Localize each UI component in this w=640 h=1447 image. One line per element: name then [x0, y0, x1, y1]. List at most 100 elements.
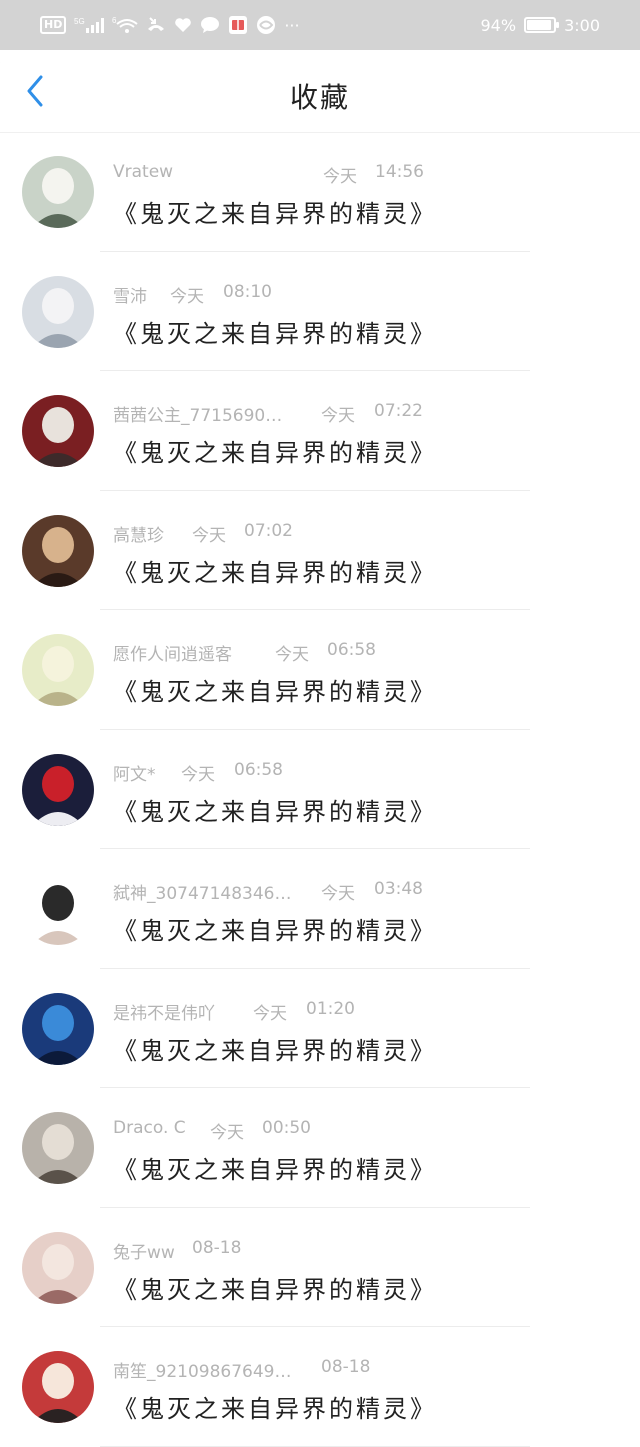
avatar-image: [22, 514, 94, 587]
story-title[interactable]: 《鬼灭之来自异界的精灵》: [113, 1150, 437, 1185]
avatar[interactable]: [22, 753, 94, 826]
heart-icon: [174, 17, 192, 33]
avatar-image: [22, 873, 94, 945]
user-name[interactable]: 兔子ww: [113, 1238, 175, 1263]
avatar-image: [22, 395, 94, 467]
clock: 3:00: [564, 15, 600, 35]
network-type-label: 5G: [74, 17, 85, 26]
list-item[interactable]: 兔子ww 08-18 《鬼灭之来自异界的精灵》: [0, 1208, 640, 1327]
item-meta: 茜茜公主_7715690… 今天 07:22: [113, 401, 620, 426]
time-label: 07:02: [244, 520, 293, 541]
avatar[interactable]: [22, 992, 94, 1065]
date-label: 今天: [321, 884, 355, 904]
avatar[interactable]: [22, 634, 94, 706]
avatar-image: [22, 992, 94, 1065]
user-name[interactable]: Vratew: [113, 162, 173, 182]
wifi-superscript: 6: [112, 16, 117, 25]
story-title[interactable]: 《鬼灭之来自异界的精灵》: [113, 433, 437, 468]
more-notifications-icon: ···: [284, 15, 300, 35]
avatar-image: [22, 1231, 94, 1304]
avatar-image: [22, 753, 94, 826]
list-item[interactable]: 弑神_30747148346… 今天 03:48 《鬼灭之来自异界的精灵》: [0, 849, 640, 969]
time-label: 08-18: [321, 1357, 371, 1377]
avatar-image: [22, 1351, 94, 1423]
list-item[interactable]: Vratew 今天 14:56 《鬼灭之来自异界的精灵》: [0, 132, 640, 252]
story-title[interactable]: 《鬼灭之来自异界的精灵》: [113, 314, 437, 349]
date-label: 今天: [253, 1003, 287, 1024]
story-title[interactable]: 《鬼灭之来自异界的精灵》: [113, 792, 437, 827]
avatar[interactable]: [22, 1351, 94, 1423]
story-title[interactable]: 《鬼灭之来自异界的精灵》: [113, 1389, 437, 1424]
item-meta: 雪沛 今天 08:10: [113, 281, 620, 307]
battery-icon: [524, 17, 560, 33]
user-name[interactable]: 是祎不是伟吖: [113, 999, 215, 1024]
list-item[interactable]: 南笙_92109867649… 08-18 《鬼灭之来自异界的精灵》: [0, 1327, 640, 1447]
user-name[interactable]: 阿文*: [113, 760, 156, 785]
list-item[interactable]: 愿作人间逍遥客 今天 06:58 《鬼灭之来自异界的精灵》: [0, 610, 640, 730]
time-label: 14:56: [375, 162, 424, 182]
story-title[interactable]: 《鬼灭之来自异界的精灵》: [113, 911, 437, 946]
user-name[interactable]: 雪沛: [113, 282, 147, 307]
item-meta: Vratew 今天 14:56: [113, 162, 620, 187]
item-meta: 南笙_92109867649… 08-18: [113, 1357, 620, 1382]
time-label: 07:22: [374, 401, 423, 421]
avatar-image: [22, 156, 94, 228]
story-title[interactable]: 《鬼灭之来自异界的精灵》: [113, 1031, 437, 1066]
status-bar-left: HD 5G 6 ···: [40, 15, 300, 35]
avatar[interactable]: [22, 1231, 94, 1304]
missed-call-icon: [146, 16, 166, 34]
date-label: 今天: [192, 525, 226, 546]
date-label: 今天: [275, 645, 309, 665]
battery-fill: [527, 20, 552, 30]
navigation-bar: 收藏: [0, 50, 640, 132]
story-title[interactable]: 《鬼灭之来自异界的精灵》: [113, 1270, 437, 1305]
item-meta: 高慧珍 今天 07:02: [113, 520, 620, 546]
item-meta: 阿文* 今天 06:58: [113, 760, 620, 785]
list-item[interactable]: 茜茜公主_7715690… 今天 07:22 《鬼灭之来自异界的精灵》: [0, 371, 640, 491]
date-label: 今天: [323, 167, 357, 187]
list-item[interactable]: 雪沛 今天 08:10 《鬼灭之来自异界的精灵》: [0, 252, 640, 371]
story-title[interactable]: 《鬼灭之来自异界的精灵》: [113, 553, 437, 588]
story-title[interactable]: 《鬼灭之来自异界的精灵》: [113, 672, 437, 707]
user-name[interactable]: 茜茜公主_7715690…: [113, 401, 282, 426]
item-meta: Draco. C 今天 00:50: [113, 1118, 620, 1143]
hd-badge: HD: [40, 16, 67, 34]
user-name[interactable]: 南笙_92109867649…: [113, 1357, 291, 1382]
wifi-icon: 6: [112, 16, 138, 34]
item-meta: 是祎不是伟吖 今天 01:20: [113, 998, 620, 1024]
story-title[interactable]: 《鬼灭之来自异界的精灵》: [113, 194, 437, 229]
user-name[interactable]: 高慧珍: [113, 521, 164, 546]
page-title: 收藏: [289, 81, 350, 114]
list-item[interactable]: 阿文* 今天 06:58 《鬼灭之来自异界的精灵》: [0, 730, 640, 849]
battery-percent: 94%: [480, 15, 517, 35]
status-bar: HD 5G 6 ··· 94% 3:00: [0, 0, 640, 50]
item-meta: 兔子ww 08-18: [113, 1238, 620, 1263]
avatar-image: [22, 275, 94, 348]
avatar[interactable]: [22, 1112, 94, 1184]
avatar[interactable]: [22, 873, 94, 945]
date-label: 今天: [181, 764, 215, 785]
cellular-signal-icon: 5G: [74, 16, 105, 34]
divider: [100, 1445, 530, 1447]
message-bubble-icon: [200, 16, 220, 34]
avatar[interactable]: [22, 156, 94, 228]
user-name[interactable]: Draco. C: [113, 1118, 186, 1138]
list-item[interactable]: 是祎不是伟吖 今天 01:20 《鬼灭之来自异界的精灵》: [0, 969, 640, 1088]
user-name[interactable]: 愿作人间逍遥客: [113, 640, 232, 665]
time-label: 01:20: [306, 998, 355, 1019]
avatar[interactable]: [22, 514, 94, 587]
list-item[interactable]: Draco. C 今天 00:50 《鬼灭之来自异界的精灵》: [0, 1088, 640, 1208]
date-label: 今天: [321, 406, 355, 426]
time-label: 08:10: [223, 281, 272, 302]
avatar[interactable]: [22, 275, 94, 348]
date-label: 今天: [210, 1123, 244, 1143]
time-label: 00:50: [262, 1118, 311, 1138]
avatar[interactable]: [22, 395, 94, 467]
book-app-icon: [228, 15, 248, 35]
time-label: 03:48: [374, 879, 423, 899]
user-name[interactable]: 弑神_30747148346…: [113, 879, 291, 904]
time-label: 06:58: [327, 640, 376, 660]
item-meta: 弑神_30747148346… 今天 03:48: [113, 879, 620, 904]
date-label: 今天: [170, 286, 204, 307]
list-item[interactable]: 高慧珍 今天 07:02 《鬼灭之来自异界的精灵》: [0, 491, 640, 610]
